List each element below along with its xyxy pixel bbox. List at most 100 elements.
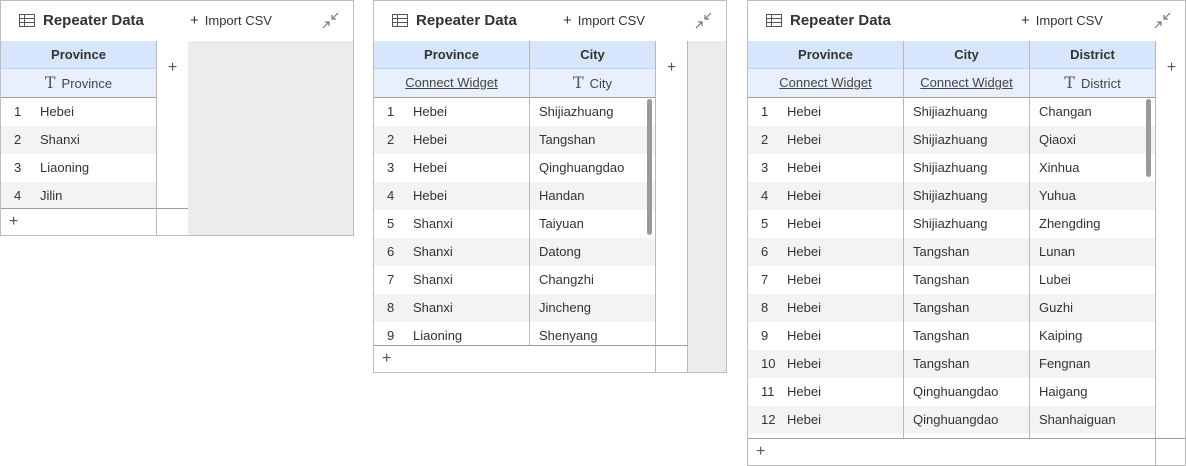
cell-province[interactable]: Hebei — [787, 294, 821, 322]
cell-province[interactable]: Liaoning — [40, 154, 89, 182]
cell-province[interactable]: Hebei — [787, 406, 821, 434]
cell-city[interactable]: Qinghuangdao — [913, 378, 998, 406]
cell-city[interactable]: Handan — [539, 182, 585, 210]
add-column-icon[interactable]: + — [1156, 59, 1185, 77]
cell-city[interactable]: Shijiazhuang — [913, 182, 987, 210]
cell-city[interactable]: Shijiazhuang — [913, 126, 987, 154]
column-header-district[interactable]: District — [1030, 41, 1155, 69]
table-row[interactable]: 2 Shanxi — [1, 126, 156, 154]
collapse-icon[interactable] — [322, 12, 339, 29]
table-row[interactable]: 12 Hebei Qinghuangdao Shanhaiguan — [748, 406, 1155, 434]
cell-province[interactable]: Shanxi — [413, 238, 453, 266]
cell-city[interactable]: Shijiazhuang — [539, 98, 613, 126]
cell-province[interactable]: Hebei — [413, 126, 447, 154]
column-type-province[interactable]: Connect Widget — [374, 69, 529, 97]
table-row[interactable]: 7 Hebei Tangshan Lubei — [748, 266, 1155, 294]
cell-province[interactable]: Hebei — [787, 322, 821, 350]
import-csv-button[interactable]: + Import CSV — [190, 12, 272, 29]
cell-province[interactable]: Hebei — [413, 182, 447, 210]
cell-city[interactable]: Taiyuan — [539, 210, 584, 238]
cell-province[interactable]: Hebei — [787, 238, 821, 266]
cell-district[interactable]: Changan — [1039, 98, 1092, 126]
cell-district[interactable]: Lubei — [1039, 266, 1071, 294]
column-header-city[interactable]: City — [530, 41, 655, 69]
cell-province[interactable]: Hebei — [787, 126, 821, 154]
cell-district[interactable]: Haigang — [1039, 378, 1087, 406]
column-type-province[interactable]: T Province — [1, 69, 156, 97]
add-column-icon[interactable]: + — [157, 59, 188, 77]
column-header-city[interactable]: City — [904, 41, 1029, 69]
column-header-province[interactable]: Province — [1, 41, 156, 69]
table-row[interactable]: 8 Hebei Tangshan Guzhi — [748, 294, 1155, 322]
cell-district[interactable]: Shanhaiguan — [1039, 406, 1116, 434]
cell-province[interactable]: Hebei — [413, 154, 447, 182]
table-row[interactable]: 1 Hebei Shijiazhuang Changan — [748, 98, 1155, 126]
table-row[interactable]: 5 Shanxi Taiyuan — [374, 210, 655, 238]
cell-district[interactable]: Yuhua — [1039, 182, 1076, 210]
add-row-icon[interactable]: + — [9, 213, 18, 231]
cell-city[interactable]: Tangshan — [913, 238, 969, 266]
cell-city[interactable]: Tangshan — [539, 126, 595, 154]
cell-province[interactable]: Hebei — [40, 98, 74, 126]
cell-province[interactable]: Hebei — [413, 98, 447, 126]
column-type-district[interactable]: T District — [1030, 69, 1155, 97]
table-row[interactable]: 5 Hebei Shijiazhuang Zhengding — [748, 210, 1155, 238]
cell-city[interactable]: Tangshan — [913, 350, 969, 378]
connect-widget-link[interactable]: Connect Widget — [779, 75, 872, 90]
table-row[interactable]: 10 Hebei Tangshan Fengnan — [748, 350, 1155, 378]
table-row[interactable]: 6 Hebei Tangshan Lunan — [748, 238, 1155, 266]
cell-city[interactable]: Changzhi — [539, 266, 594, 294]
cell-province[interactable]: Hebei — [787, 98, 821, 126]
vertical-scrollbar[interactable] — [1146, 99, 1151, 177]
cell-city[interactable]: Qinghuangdao — [913, 406, 998, 434]
cell-city[interactable]: Jincheng — [539, 294, 591, 322]
import-csv-button[interactable]: + Import CSV — [563, 12, 645, 29]
table-row[interactable]: 11 Hebei Qinghuangdao Haigang — [748, 378, 1155, 406]
table-row[interactable]: 4 Hebei Shijiazhuang Yuhua — [748, 182, 1155, 210]
cell-city[interactable]: Shijiazhuang — [913, 154, 987, 182]
collapse-icon[interactable] — [1154, 12, 1171, 29]
table-row[interactable]: 3 Liaoning — [1, 154, 156, 182]
cell-province[interactable]: Shanxi — [413, 266, 453, 294]
cell-province[interactable]: Hebei — [787, 154, 821, 182]
add-row-icon[interactable]: + — [382, 350, 391, 368]
table-row[interactable]: 3 Hebei Qinghuangdao — [374, 154, 655, 182]
cell-province[interactable]: Hebei — [787, 350, 821, 378]
import-csv-button[interactable]: + Import CSV — [1021, 12, 1103, 29]
table-row[interactable]: 7 Shanxi Changzhi — [374, 266, 655, 294]
cell-city[interactable]: Qinghuangdao — [539, 154, 624, 182]
table-row[interactable]: 2 Hebei Tangshan — [374, 126, 655, 154]
cell-city[interactable]: Shijiazhuang — [913, 98, 987, 126]
column-header-province[interactable]: Province — [374, 41, 529, 69]
cell-province[interactable]: Hebei — [787, 378, 821, 406]
column-type-city[interactable]: Connect Widget — [904, 69, 1029, 97]
cell-district[interactable]: Fengnan — [1039, 350, 1090, 378]
cell-province[interactable]: Hebei — [787, 266, 821, 294]
table-row[interactable]: 3 Hebei Shijiazhuang Xinhua — [748, 154, 1155, 182]
connect-widget-link[interactable]: Connect Widget — [405, 75, 498, 90]
cell-province[interactable]: Jilin — [40, 182, 62, 210]
column-type-province[interactable]: Connect Widget — [748, 69, 903, 97]
table-row[interactable]: 1 Hebei Shijiazhuang — [374, 98, 655, 126]
collapse-icon[interactable] — [695, 12, 712, 29]
table-row[interactable]: 4 Hebei Handan — [374, 182, 655, 210]
cell-district[interactable]: Zhengding — [1039, 210, 1100, 238]
connect-widget-link[interactable]: Connect Widget — [920, 75, 1013, 90]
cell-city[interactable]: Tangshan — [913, 266, 969, 294]
cell-city[interactable]: Shijiazhuang — [913, 210, 987, 238]
cell-province[interactable]: Hebei — [787, 210, 821, 238]
cell-district[interactable]: Qiaoxi — [1039, 126, 1076, 154]
table-row[interactable]: 1 Hebei — [1, 98, 156, 126]
cell-province[interactable]: Shanxi — [413, 294, 453, 322]
add-column-icon[interactable]: + — [656, 59, 687, 77]
cell-province[interactable]: Hebei — [787, 182, 821, 210]
cell-district[interactable]: Kaiping — [1039, 322, 1082, 350]
cell-district[interactable]: Lunan — [1039, 238, 1075, 266]
cell-city[interactable]: Tangshan — [913, 294, 969, 322]
add-row-icon[interactable]: + — [756, 443, 765, 461]
table-row[interactable]: 9 Hebei Tangshan Kaiping — [748, 322, 1155, 350]
table-row[interactable]: 8 Shanxi Jincheng — [374, 294, 655, 322]
cell-district[interactable]: Guzhi — [1039, 294, 1073, 322]
cell-city[interactable]: Tangshan — [913, 322, 969, 350]
column-header-province[interactable]: Province — [748, 41, 903, 69]
